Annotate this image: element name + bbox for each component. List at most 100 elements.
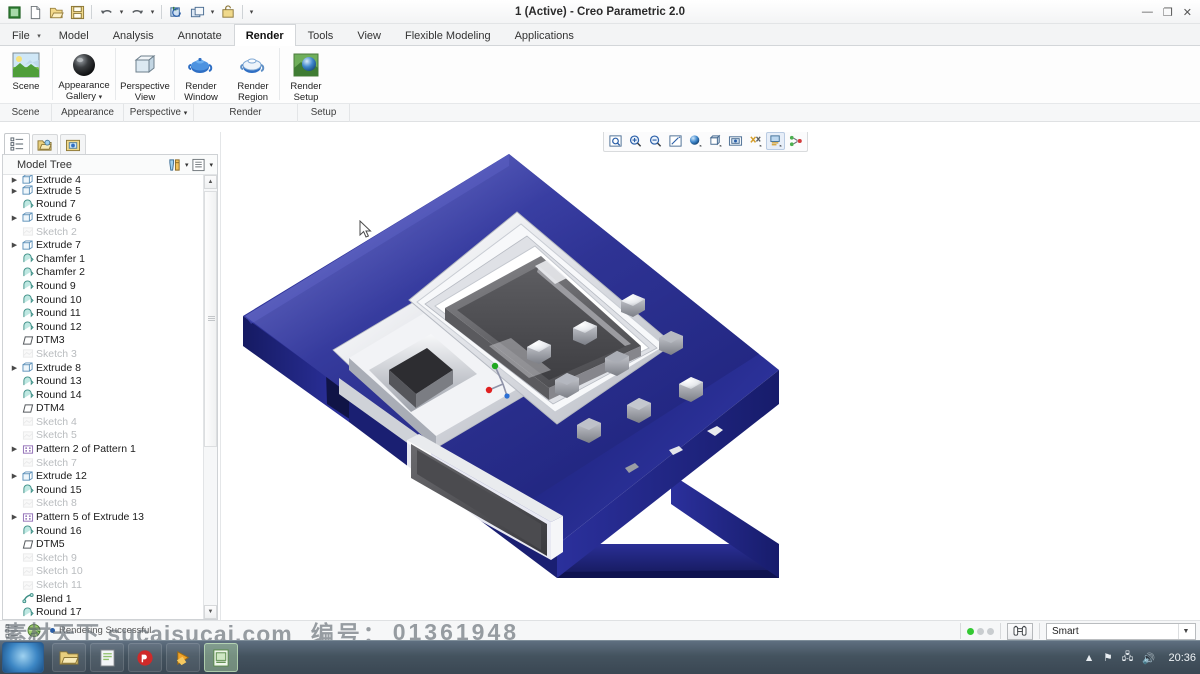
model-tree-item[interactable]: ▶ Round 15 [3, 483, 203, 497]
model-tree-item[interactable]: ▶ Round 16 [3, 524, 203, 538]
search-tool-button[interactable] [1007, 622, 1033, 640]
open-file-icon[interactable] [46, 2, 66, 22]
tab-file[interactable]: File [0, 25, 47, 47]
model-tree-item[interactable]: ▶ Round 10 [3, 293, 203, 307]
regenerate-icon[interactable] [166, 2, 186, 22]
tab-flexible-modeling[interactable]: Flexible Modeling [393, 25, 503, 46]
taskbar-item-media[interactable] [166, 643, 200, 672]
model-tree-item[interactable]: ▶ Sketch 5 [3, 429, 203, 443]
tree-expand-arrow-icon[interactable]: ▶ [9, 364, 20, 372]
tree-expand-arrow-icon[interactable]: ▶ [9, 241, 20, 249]
group-label-perspective[interactable]: Perspective ▾ [124, 103, 194, 122]
model-tree-item[interactable]: ▶ Sketch 4 [3, 415, 203, 429]
model-tree-item[interactable]: ▶ Extrude 5 [3, 184, 203, 198]
model-tree-item[interactable]: ▶ Extrude 8 [3, 361, 203, 375]
model-tree-item[interactable]: ▶ Round 14 [3, 388, 203, 402]
model-tree-item[interactable]: ▶ Pattern 2 of Pattern 1 [3, 442, 203, 456]
minimize-button[interactable]: — [1142, 6, 1153, 18]
new-window-icon[interactable] [4, 2, 24, 22]
scroll-thumb[interactable] [204, 191, 217, 447]
model-tree-scrollbar[interactable]: ▲ ▼ [203, 175, 217, 619]
favorites-tab[interactable] [60, 134, 86, 154]
folder-browser-tab[interactable] [32, 134, 58, 154]
model-tree-item[interactable]: ▶ Chamfer 2 [3, 266, 203, 280]
model-tree-item[interactable]: ▶ Extrude 6 [3, 211, 203, 225]
volume-icon[interactable]: 🔊 [1142, 652, 1155, 665]
model-tree-item[interactable]: ▶ Round 12 [3, 320, 203, 334]
appearance-gallery-button[interactable]: Appearance Gallery ▾ [53, 46, 115, 104]
model-tree-item[interactable]: ▶ Sketch 10 [3, 565, 203, 579]
restore-button[interactable]: ❐ [1163, 6, 1173, 19]
network-icon[interactable]: 🖧 [1122, 649, 1134, 667]
model-tree-item[interactable]: ▶ DTM3 [3, 334, 203, 348]
model-tree-list[interactable]: ▶Extrude 4▶Extrude 5▶Round 7▶Extrude 6▶S… [3, 175, 203, 619]
model-tree-item[interactable]: ▶ DTM5 [3, 537, 203, 551]
globe-status-icon[interactable] [25, 622, 42, 639]
taskbar-item-pdf[interactable] [128, 643, 162, 672]
undo-icon[interactable] [96, 2, 116, 22]
scene-button[interactable]: Scene [0, 46, 52, 104]
start-button[interactable] [2, 642, 44, 673]
save-icon[interactable] [67, 2, 87, 22]
tab-model[interactable]: Model [47, 25, 101, 46]
scroll-down-button[interactable]: ▼ [204, 605, 217, 619]
render-setup-button[interactable]: Render Setup [280, 46, 332, 104]
window-dropdown-icon[interactable]: ▾ [208, 8, 217, 16]
render-window-button[interactable]: Render Window [175, 46, 227, 104]
perspective-view-button[interactable]: Perspective View [116, 46, 174, 104]
model-tree-item[interactable]: ▶ Sketch 7 [3, 456, 203, 470]
model-tree-item[interactable]: ▶ Sketch 2 [3, 225, 203, 239]
model-tree-item[interactable]: ▶ Round 9 [3, 279, 203, 293]
quick-access-overflow-icon[interactable]: ▾ [247, 8, 256, 16]
tree-expand-arrow-icon[interactable]: ▶ [9, 445, 20, 453]
graphics-viewport[interactable] [220, 132, 1200, 630]
taskbar-item-notes[interactable] [90, 643, 124, 672]
render-region-button[interactable]: Render Region [227, 46, 279, 104]
tree-expand-arrow-icon[interactable]: ▶ [9, 472, 20, 480]
model-tree-tab[interactable] [4, 133, 30, 154]
appearance-gallery-dropdown-icon[interactable]: ▾ [99, 94, 103, 101]
model-tree-item[interactable]: ▶ DTM4 [3, 402, 203, 416]
rendered-3d-model[interactable] [221, 132, 1200, 630]
model-tree-item[interactable]: ▶ Round 7 [3, 198, 203, 212]
close-window-icon[interactable] [218, 2, 238, 22]
model-tree-item[interactable]: ▶ Blend 1 [3, 592, 203, 606]
selection-filter-combo[interactable]: Smart ▼ [1046, 622, 1196, 640]
model-tree-item[interactable]: ▶ Sketch 11 [3, 578, 203, 592]
tree-expand-arrow-icon[interactable]: ▶ [9, 214, 20, 222]
model-tree-item[interactable]: ▶ Sketch 9 [3, 551, 203, 565]
perspective-group-dropdown-icon[interactable]: ▾ [184, 110, 188, 117]
scroll-up-button[interactable]: ▲ [204, 175, 217, 189]
model-tree-item[interactable]: ▶ Sketch 3 [3, 347, 203, 361]
model-tree-item[interactable]: ▶ Sketch 8 [3, 497, 203, 511]
tab-view[interactable]: View [345, 25, 393, 46]
tree-expand-arrow-icon[interactable]: ▶ [9, 176, 20, 184]
model-tree-item[interactable]: ▶ Round 11 [3, 306, 203, 320]
tree-settings-dropdown-icon[interactable]: ▾ [209, 161, 213, 169]
taskbar-item-creo[interactable] [204, 643, 238, 672]
new-file-icon[interactable] [25, 2, 45, 22]
window-switch-icon[interactable] [187, 2, 207, 22]
model-tree-item[interactable]: ▶ Chamfer 1 [3, 252, 203, 266]
tab-analysis[interactable]: Analysis [101, 25, 166, 46]
close-button[interactable]: ✕ [1183, 6, 1192, 19]
show-hidden-icon[interactable]: ▲ [1084, 652, 1094, 664]
model-tree-item[interactable]: ▶ Round 17 [3, 605, 203, 619]
tab-applications[interactable]: Applications [503, 25, 586, 46]
tree-expand-arrow-icon[interactable]: ▶ [9, 513, 20, 521]
model-tree-status-icon[interactable] [4, 622, 21, 639]
tree-filter-dropdown-icon[interactable]: ▾ [185, 161, 189, 169]
tab-tools[interactable]: Tools [296, 25, 346, 46]
model-tree-item[interactable]: ▶ Extrude 4 [3, 175, 203, 186]
redo-dropdown-icon[interactable]: ▾ [148, 8, 157, 16]
flag-icon[interactable]: ⚑ [1103, 652, 1112, 664]
tree-expand-arrow-icon[interactable]: ▶ [9, 187, 20, 195]
undo-dropdown-icon[interactable]: ▾ [117, 8, 126, 16]
chevron-down-icon[interactable]: ▼ [1178, 623, 1193, 639]
model-tree-item[interactable]: ▶ Extrude 12 [3, 469, 203, 483]
model-tree-item[interactable]: ▶ Pattern 5 of Extrude 13 [3, 510, 203, 524]
redo-icon[interactable] [127, 2, 147, 22]
tree-filter-icon[interactable] [166, 157, 183, 173]
tab-annotate[interactable]: Annotate [166, 25, 234, 46]
model-tree-item[interactable]: ▶ Round 13 [3, 374, 203, 388]
